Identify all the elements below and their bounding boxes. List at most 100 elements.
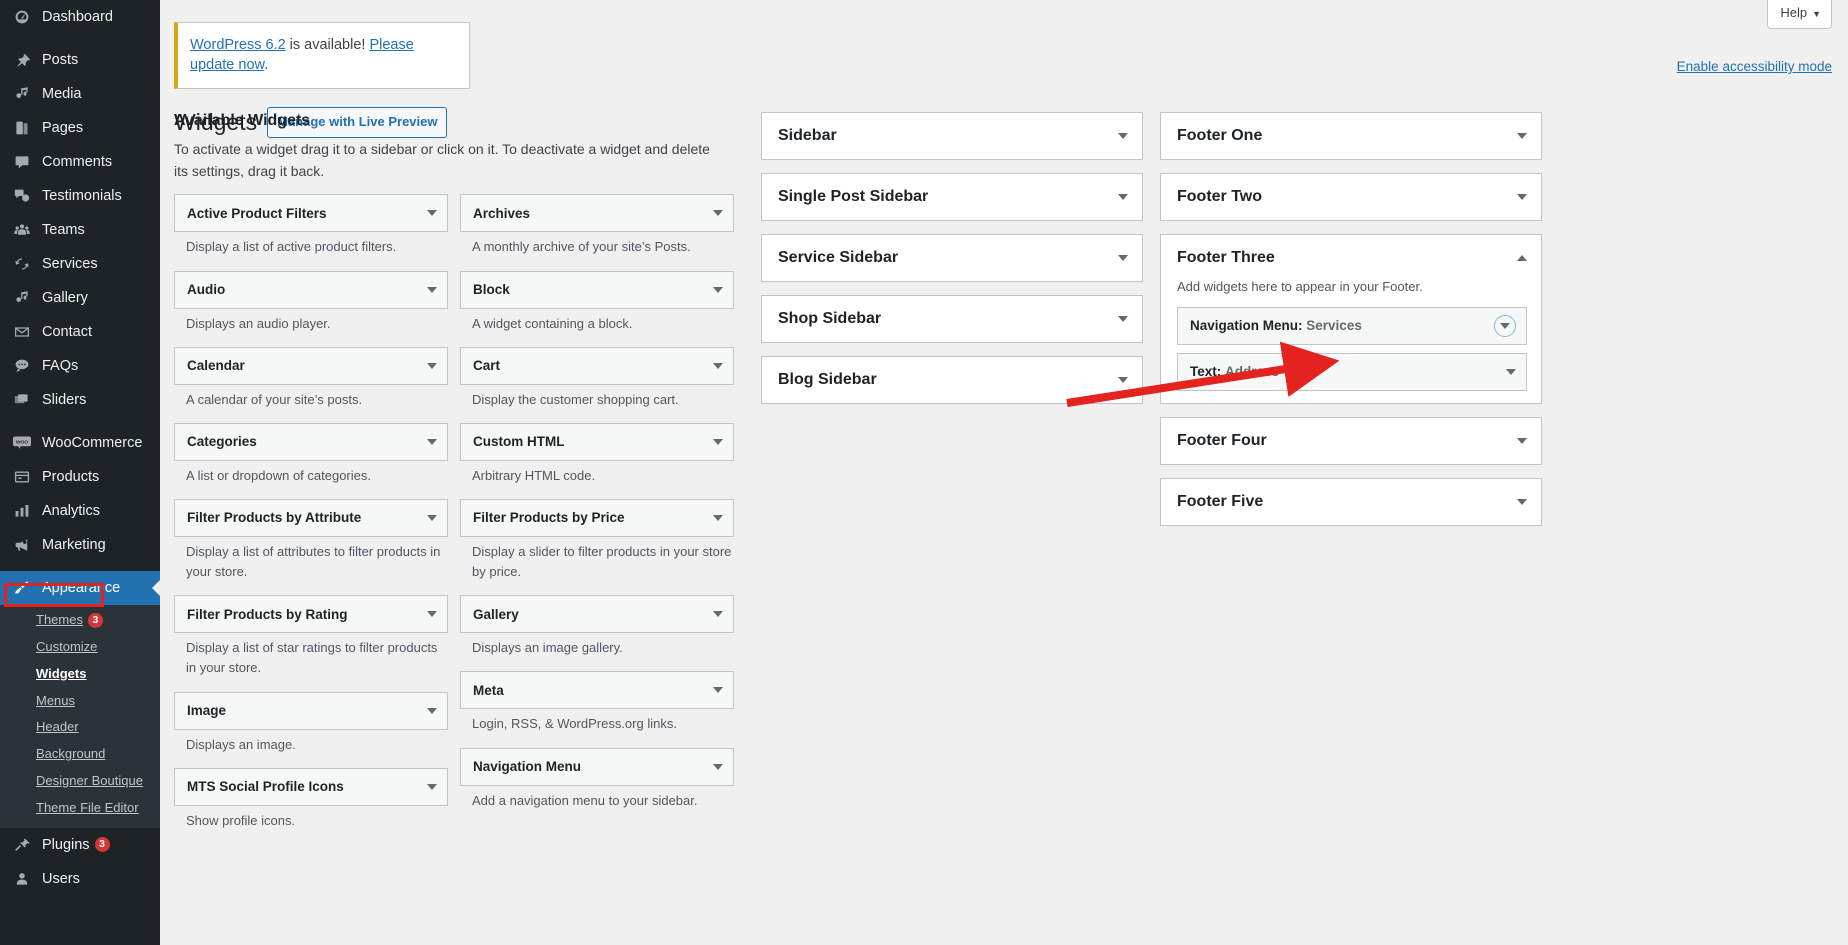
available-widget[interactable]: Custom HTML (460, 423, 734, 461)
available-widget[interactable]: Audio (174, 271, 448, 309)
chevron-down-icon[interactable] (713, 287, 723, 293)
chevron-down-icon[interactable] (427, 363, 437, 369)
panel-header[interactable]: Service Sidebar (762, 235, 1142, 281)
submenu-item-themes[interactable]: Themes3 (0, 607, 160, 634)
chevron-down-icon[interactable] (713, 764, 723, 770)
chevron-down-icon[interactable] (427, 210, 437, 216)
widget-area-panel[interactable]: Footer Five (1160, 478, 1542, 526)
widget-area-panel[interactable]: Footer One (1160, 112, 1542, 160)
sidebar-item-faqs[interactable]: FAQs (0, 349, 160, 383)
panel-header[interactable]: Blog Sidebar (762, 357, 1142, 403)
available-widget[interactable]: Archives (460, 194, 734, 232)
available-widget[interactable]: Meta (460, 671, 734, 709)
widget-area-panel[interactable]: Footer Four (1160, 417, 1542, 465)
submenu-item-widgets[interactable]: Widgets (0, 661, 160, 688)
available-widget[interactable]: Cart (460, 347, 734, 385)
chevron-down-icon[interactable] (1118, 377, 1128, 383)
widget-area-panel[interactable]: Service Sidebar (761, 234, 1143, 282)
submenu-item-designer-boutique[interactable]: Designer Boutique (0, 768, 160, 795)
submenu-item-menus[interactable]: Menus (0, 688, 160, 715)
chevron-down-icon[interactable] (1517, 499, 1527, 505)
chevron-down-icon[interactable] (427, 611, 437, 617)
chevron-down-icon[interactable] (427, 784, 437, 790)
available-widget[interactable]: Navigation Menu (460, 748, 734, 786)
available-widget[interactable]: Gallery (460, 595, 734, 633)
widget-name: Categories (187, 434, 427, 449)
assigned-widget[interactable]: Navigation Menu: Services (1177, 307, 1527, 345)
panel-header[interactable]: Footer Five (1161, 479, 1541, 525)
chevron-down-icon[interactable] (427, 287, 437, 293)
available-widget[interactable]: Filter Products by Price (460, 499, 734, 537)
chevron-down-icon[interactable] (1118, 194, 1128, 200)
chevron-down-icon[interactable] (713, 687, 723, 693)
chevron-down-icon[interactable] (1118, 255, 1128, 261)
sidebar-item-analytics[interactable]: Analytics (0, 494, 160, 528)
panel-header[interactable]: Footer Three (1161, 235, 1541, 281)
available-widget[interactable]: Calendar (174, 347, 448, 385)
sidebar-item-teams[interactable]: Teams (0, 213, 160, 247)
chevron-down-icon[interactable] (1506, 369, 1516, 375)
sidebar-item-contact[interactable]: Contact (0, 315, 160, 349)
chevron-down-icon[interactable] (713, 611, 723, 617)
chevron-down-icon[interactable] (1118, 133, 1128, 139)
chevron-down-icon[interactable] (427, 515, 437, 521)
submenu-item-customize[interactable]: Customize (0, 634, 160, 661)
chevron-down-icon[interactable] (713, 515, 723, 521)
chevron-down-icon[interactable] (427, 708, 437, 714)
wordpress-version-link[interactable]: WordPress 6.2 (190, 37, 286, 53)
chevron-down-icon[interactable] (1118, 316, 1128, 322)
widget-area-panel-footer-three[interactable]: Footer ThreeAdd widgets here to appear i… (1160, 234, 1542, 404)
available-widget[interactable]: Block (460, 271, 734, 309)
available-widget[interactable]: Categories (174, 423, 448, 461)
widget-area-panel[interactable]: Single Post Sidebar (761, 173, 1143, 221)
chevron-down-icon[interactable] (1517, 194, 1527, 200)
panel-header[interactable]: Single Post Sidebar (762, 174, 1142, 220)
widget-area-panel[interactable]: Shop Sidebar (761, 295, 1143, 343)
available-widget[interactable]: Image (174, 692, 448, 730)
submenu-item-header[interactable]: Header (0, 714, 160, 741)
panel-header[interactable]: Sidebar (762, 113, 1142, 159)
sidebar-item-marketing[interactable]: Marketing (0, 528, 160, 562)
sidebar-item-woocommerce[interactable]: WOOWooCommerce (0, 426, 160, 460)
chevron-down-icon[interactable] (1517, 133, 1527, 139)
chevron-down-icon[interactable] (1517, 438, 1527, 444)
available-widget[interactable]: Filter Products by Rating (174, 595, 448, 633)
sidebar-item-plugins[interactable]: Plugins3 (0, 828, 160, 862)
widget-area-panel[interactable]: Footer Two (1160, 173, 1542, 221)
chevron-down-icon[interactable] (427, 439, 437, 445)
assigned-widget[interactable]: Text: Address (1177, 353, 1527, 391)
chevron-down-icon[interactable] (713, 439, 723, 445)
available-widget[interactable]: Active Product Filters (174, 194, 448, 232)
sidebar-item-services[interactable]: Services (0, 247, 160, 281)
sidebar-item-comments[interactable]: Comments (0, 145, 160, 179)
widget-area-panel[interactable]: Sidebar (761, 112, 1143, 160)
available-widgets-right-column: ArchivesA monthly archive of your site’s… (460, 194, 734, 843)
chevron-up-icon[interactable] (1517, 255, 1527, 261)
sidebar-item-sliders[interactable]: Sliders (0, 383, 160, 417)
widget-area-panel[interactable]: Blog Sidebar (761, 356, 1143, 404)
submenu-item-theme-file-editor[interactable]: Theme File Editor (0, 795, 160, 822)
notice-mid-text: is available! (286, 37, 370, 53)
help-button[interactable]: Help▼ (1767, 0, 1832, 29)
enable-accessibility-mode-link[interactable]: Enable accessibility mode (1677, 59, 1832, 74)
sidebar-item-media[interactable]: Media (0, 77, 160, 111)
panel-header[interactable]: Shop Sidebar (762, 296, 1142, 342)
sidebar-item-posts[interactable]: Posts (0, 43, 160, 77)
sidebar-item-gallery[interactable]: Gallery (0, 281, 160, 315)
panel-header[interactable]: Footer One (1161, 113, 1541, 159)
submenu-item-label: Designer Boutique (36, 773, 143, 788)
submenu-item-background[interactable]: Background (0, 741, 160, 768)
available-widget[interactable]: MTS Social Profile Icons (174, 768, 448, 806)
panel-header[interactable]: Footer Two (1161, 174, 1541, 220)
sidebar-item-dashboard[interactable]: Dashboard (0, 0, 160, 34)
chevron-down-icon[interactable] (713, 363, 723, 369)
sidebar-item-appearance[interactable]: Appearance (0, 571, 160, 605)
sidebar-item-pages[interactable]: Pages (0, 111, 160, 145)
sidebar-item-testimonials[interactable]: Testimonials (0, 179, 160, 213)
panel-header[interactable]: Footer Four (1161, 418, 1541, 464)
sidebar-item-products[interactable]: Products (0, 460, 160, 494)
chevron-down-icon[interactable] (713, 210, 723, 216)
sidebar-item-users[interactable]: Users (0, 862, 160, 896)
widget-expand-toggle-highlighted[interactable] (1494, 315, 1516, 337)
available-widget[interactable]: Filter Products by Attribute (174, 499, 448, 537)
